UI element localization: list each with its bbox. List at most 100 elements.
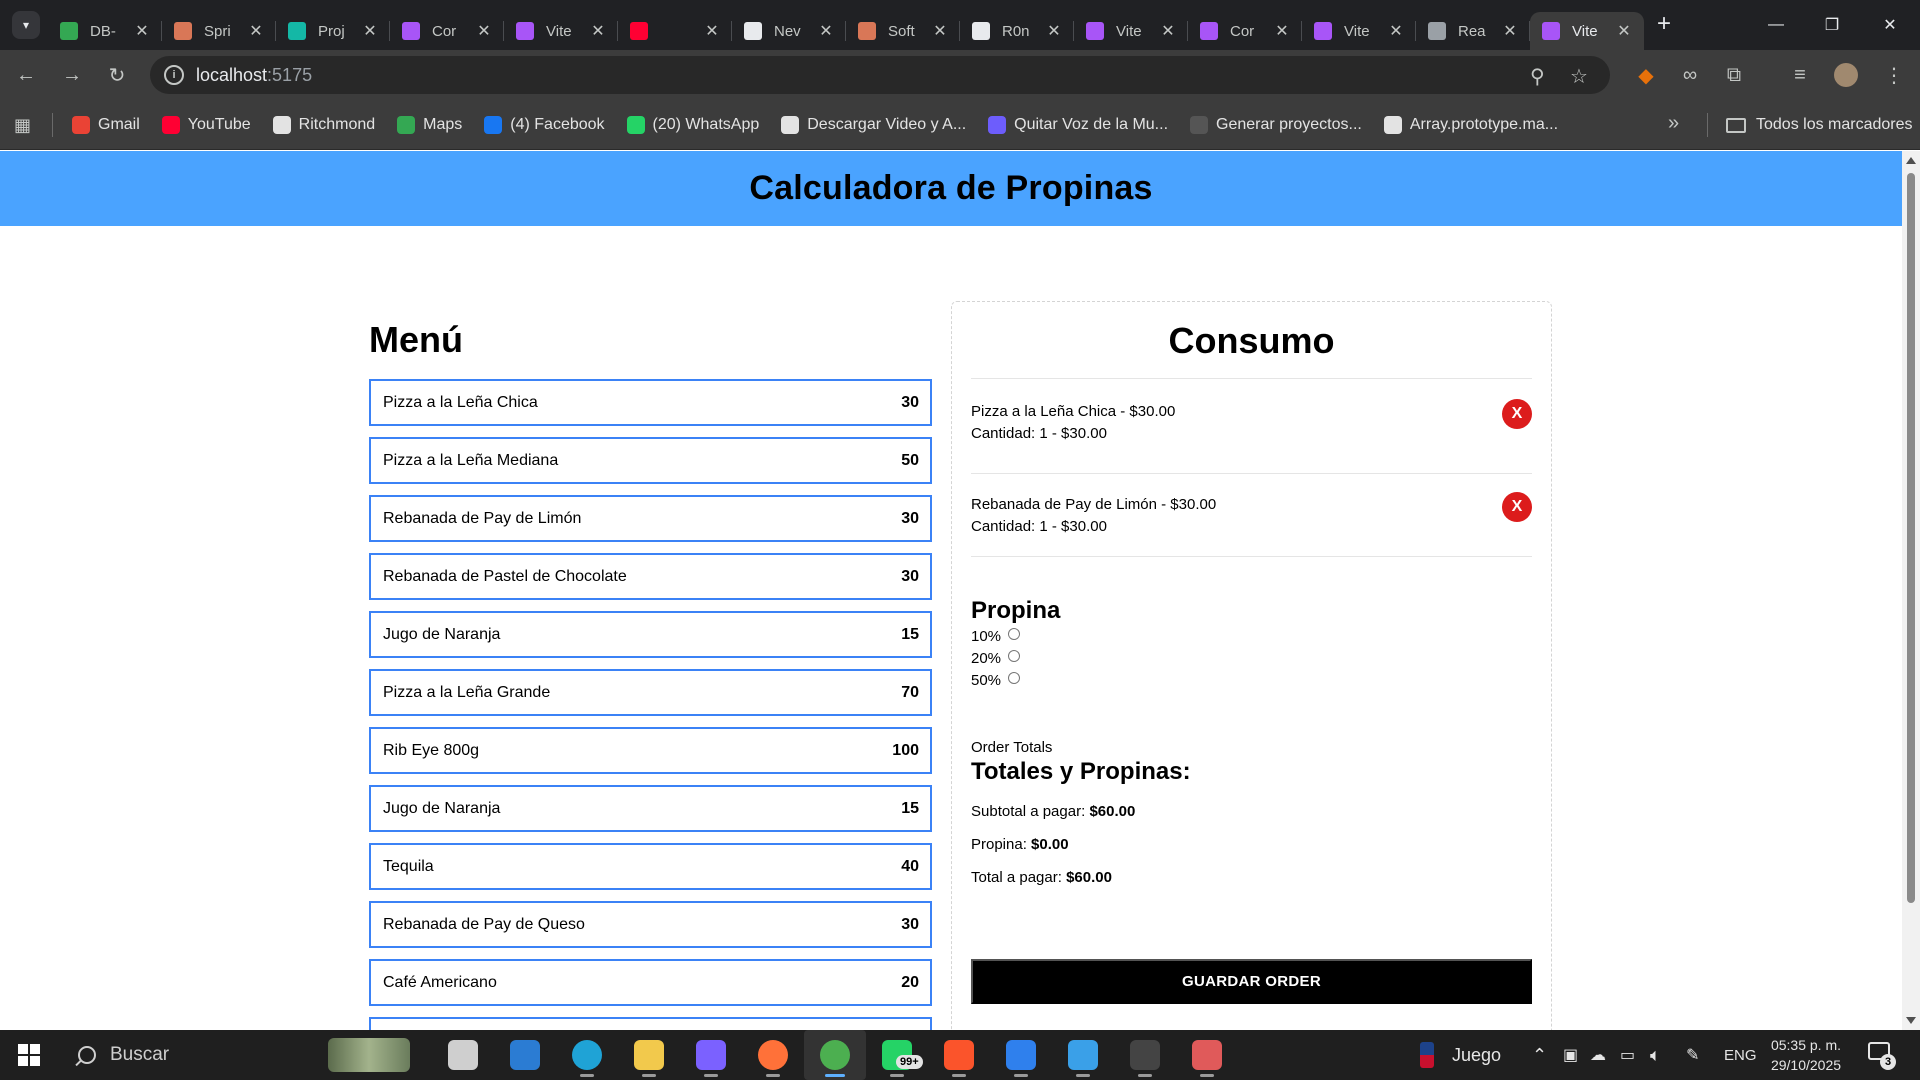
menu-item[interactable]: Pizza a la Leña Chica 30 <box>369 379 932 426</box>
close-window-button[interactable]: ✕ <box>1862 0 1918 50</box>
tip-option[interactable]: 20% <box>971 647 1532 669</box>
chrome-menu-icon[interactable]: ⋮ <box>1878 59 1910 91</box>
tab-close-icon[interactable]: ✕ <box>134 21 150 41</box>
menu-item[interactable]: Café Americano 20 <box>369 959 932 1006</box>
browser-tab[interactable]: Soft ✕ <box>846 12 960 50</box>
bookmark-item[interactable]: (4) Facebook <box>484 116 605 134</box>
tab-close-icon[interactable]: ✕ <box>362 21 378 41</box>
tip-radio[interactable] <box>1008 628 1021 640</box>
onedrive-icon[interactable]: ☁ <box>1590 1030 1606 1080</box>
terminal-taskbar-icon[interactable] <box>1114 1030 1176 1080</box>
bookmark-star-icon[interactable]: ☆ <box>1570 64 1588 89</box>
browser-tab[interactable]: Nev ✕ <box>732 12 846 50</box>
edge-taskbar-icon[interactable] <box>556 1030 618 1080</box>
apps-grid-icon[interactable]: ▦ <box>14 115 34 135</box>
vscode-taskbar-icon[interactable] <box>990 1030 1052 1080</box>
zoom-icon[interactable]: ⚲ <box>1530 64 1545 89</box>
restore-button[interactable]: ❐ <box>1804 0 1860 50</box>
file-explorer-taskbar-icon[interactable] <box>618 1030 680 1080</box>
browser-tab[interactable]: Vite ✕ <box>1074 12 1188 50</box>
address-bar[interactable]: i localhost:5175 ⚲ ☆ <box>150 56 1610 94</box>
scroll-up-arrow-icon[interactable] <box>1906 157 1916 164</box>
browser-tab[interactable]: Rea ✕ <box>1416 12 1530 50</box>
browser-tab[interactable]: ✕ <box>618 12 732 50</box>
browser-tab[interactable]: Vite ✕ <box>1530 12 1644 50</box>
menu-item[interactable] <box>369 1017 932 1030</box>
new-tab-button[interactable]: + <box>1650 10 1678 38</box>
brave-taskbar-icon[interactable] <box>928 1030 990 1080</box>
language-indicator[interactable]: ENG <box>1724 1030 1757 1080</box>
tip-radio[interactable] <box>1008 672 1021 684</box>
firefox-taskbar-icon[interactable] <box>742 1030 804 1080</box>
pen-icon[interactable]: ✎ <box>1686 1030 1699 1080</box>
remove-item-button[interactable]: X <box>1502 399 1532 429</box>
bookmark-item[interactable]: Quitar Voz de la Mu... <box>988 116 1168 134</box>
save-order-button[interactable]: GUARDAR ORDER <box>971 959 1532 1004</box>
tab-close-icon[interactable]: ✕ <box>1046 21 1062 41</box>
bookmark-item[interactable]: Descargar Video y A... <box>781 116 966 134</box>
remove-item-button[interactable]: X <box>1502 492 1532 522</box>
page-scrollbar[interactable] <box>1902 151 1920 1030</box>
search-highlight-image[interactable] <box>328 1038 410 1072</box>
tab-close-icon[interactable]: ✕ <box>704 21 720 41</box>
browser-tab[interactable]: Cor ✕ <box>1188 12 1302 50</box>
url-text[interactable]: localhost:5175 <box>196 65 312 86</box>
azure-data-studio-taskbar-icon[interactable] <box>1052 1030 1114 1080</box>
meet-icon[interactable]: ▣ <box>1563 1030 1578 1080</box>
browser-tab[interactable]: Vite ✕ <box>504 12 618 50</box>
bookmark-item[interactable]: Ritchmond <box>272 116 375 134</box>
extensions-puzzle-icon[interactable]: ⧉ <box>1718 59 1750 91</box>
menu-item[interactable]: Rebanada de Pay de Queso 30 <box>369 901 932 948</box>
bookmark-item[interactable]: Maps <box>397 116 462 134</box>
volume-icon[interactable]: 🔈︎ <box>1650 1030 1661 1080</box>
bookmark-item[interactable]: YouTube <box>161 116 251 134</box>
bookmark-item[interactable]: Generar proyectos... <box>1190 116 1362 134</box>
taskbar-clock[interactable]: 05:35 p. m. 29/10/2025 <box>1762 1035 1850 1075</box>
battery-icon[interactable]: ▭ <box>1620 1030 1635 1080</box>
browser-tab[interactable]: R0n ✕ <box>960 12 1074 50</box>
tab-close-icon[interactable]: ✕ <box>1274 21 1290 41</box>
browser-tab[interactable]: Proj ✕ <box>276 12 390 50</box>
tab-close-icon[interactable]: ✕ <box>932 21 948 41</box>
scroll-down-arrow-icon[interactable] <box>1906 1017 1916 1024</box>
chrome-taskbar-icon[interactable] <box>804 1030 866 1080</box>
minimize-button[interactable]: — <box>1748 0 1804 50</box>
task-view-taskbar-icon[interactable] <box>432 1030 494 1080</box>
browser-tab[interactable]: Spri ✕ <box>162 12 276 50</box>
tip-radio[interactable] <box>1008 650 1021 662</box>
menu-item[interactable]: Pizza a la Leña Mediana 50 <box>369 437 932 484</box>
tab-close-icon[interactable]: ✕ <box>818 21 834 41</box>
tab-search-button[interactable]: ▾ <box>12 11 40 39</box>
weather-widget[interactable]: Juego <box>1420 1030 1501 1080</box>
tip-option[interactable]: 50% <box>971 669 1532 691</box>
browser-tab[interactable]: Cor ✕ <box>390 12 504 50</box>
tab-close-icon[interactable]: ✕ <box>1388 21 1404 41</box>
tab-close-icon[interactable]: ✕ <box>1616 21 1632 41</box>
menu-item[interactable]: Rebanada de Pay de Limón 30 <box>369 495 932 542</box>
more-bookmarks-chevron-icon[interactable]: » <box>1668 112 1679 135</box>
scrollbar-thumb[interactable] <box>1907 173 1915 903</box>
bookmark-item[interactable]: (20) WhatsApp <box>626 116 759 134</box>
menu-item[interactable]: Jugo de Naranja 15 <box>369 611 932 658</box>
reload-button[interactable]: ↻ <box>101 59 133 91</box>
menu-item[interactable]: Jugo de Naranja 15 <box>369 785 932 832</box>
tab-close-icon[interactable]: ✕ <box>1502 21 1518 41</box>
site-info-icon[interactable]: i <box>164 65 184 85</box>
media-control-icon[interactable]: ≡ <box>1784 59 1816 91</box>
windows-start-icon[interactable] <box>18 1044 40 1066</box>
bookmark-item[interactable]: Gmail <box>72 116 140 134</box>
menu-item[interactable]: Pizza a la Leña Grande 70 <box>369 669 932 716</box>
tab-close-icon[interactable]: ✕ <box>476 21 492 41</box>
tab-close-icon[interactable]: ✕ <box>1160 21 1176 41</box>
whatsapp-taskbar-icon[interactable]: 99+ <box>866 1030 928 1080</box>
menu-item[interactable]: Rib Eye 800g 100 <box>369 727 932 774</box>
menu-item[interactable]: Tequila 40 <box>369 843 932 890</box>
extension-fox-icon[interactable]: ◆ <box>1630 59 1662 91</box>
browser-tab[interactable]: Vite ✕ <box>1302 12 1416 50</box>
forward-button[interactable]: → <box>56 59 88 91</box>
back-button[interactable]: ← <box>10 59 42 91</box>
tab-close-icon[interactable]: ✕ <box>590 21 606 41</box>
extension-infinity-icon[interactable]: ∞ <box>1674 59 1706 91</box>
tab-close-icon[interactable]: ✕ <box>248 21 264 41</box>
all-bookmarks-folder[interactable]: Todos los marcadores <box>1726 100 1913 150</box>
